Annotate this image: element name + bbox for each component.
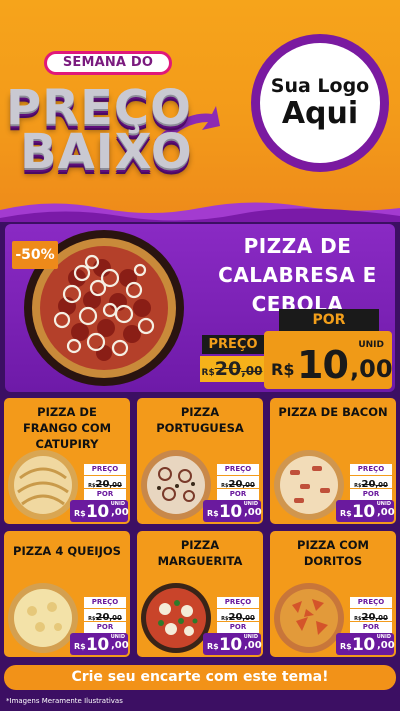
price-value: 10 xyxy=(86,635,109,655)
pizza-frango-icon xyxy=(8,450,78,520)
product-name: PIZZA MARGUERITA xyxy=(157,538,243,568)
pizza-queijos-icon xyxy=(8,583,78,653)
product-por-label: POR xyxy=(217,622,259,633)
price-cents: ,00 xyxy=(111,640,129,651)
logo-inner: Sua Logo Aqui xyxy=(260,43,380,163)
featured-title-line1: PIZZA DE xyxy=(243,234,352,258)
discount-badge: -50% xyxy=(12,241,58,269)
product-por-label: POR xyxy=(350,622,392,633)
product-card[interactable]: PIZZA 4 QUEIJOS PREÇO R$20,00 POR R$ 10,0… xyxy=(4,531,130,657)
price-value: 10 xyxy=(352,635,375,655)
product-new-price: R$ 10,00 UNID xyxy=(336,633,395,655)
old-price-cents: ,00 xyxy=(109,614,122,622)
price-currency: R$ xyxy=(74,642,86,651)
pizza-doritos-icon xyxy=(274,583,344,653)
price-cents: ,00 xyxy=(377,507,395,518)
pizza-marguerita-icon xyxy=(141,583,211,653)
price-value: 10 xyxy=(219,502,242,522)
product-card[interactable]: PIZZA DE FRANGO COM CATUPIRY PREÇO R$20,… xyxy=(4,398,130,524)
product-card[interactable]: PIZZA PORTUGUESA PREÇO R$20,00 POR R$ 10,… xyxy=(137,398,263,524)
price-value: 10 xyxy=(219,635,242,655)
old-price-cents: ,00 xyxy=(242,614,255,622)
price-currency: R$ xyxy=(207,509,219,518)
product-por-label: POR xyxy=(84,489,126,500)
wave-divider xyxy=(0,202,400,222)
old-price-value: 20 xyxy=(214,358,242,380)
price-currency: R$ xyxy=(340,642,352,651)
product-new-price: R$ 10,00 UNID xyxy=(70,500,129,522)
product-old-price: R$20,00 xyxy=(84,609,126,623)
old-price-cents: ,00 xyxy=(109,481,122,489)
price-unit: UNID xyxy=(243,634,258,640)
product-por-label: POR xyxy=(84,622,126,633)
product-preco-label: PREÇO xyxy=(84,464,126,475)
old-price-cents: ,00 xyxy=(242,481,255,489)
price-unit: UNID xyxy=(358,340,384,350)
product-preco-label: PREÇO xyxy=(217,464,259,475)
product-new-price: R$ 10,00 UNID xyxy=(203,500,262,522)
featured-title-line2: CALABRESA E xyxy=(218,263,377,287)
price-currency: R$ xyxy=(340,509,352,518)
product-new-price: R$ 10,00 UNID xyxy=(336,500,395,522)
product-old-price: R$20,00 xyxy=(350,609,392,623)
product-name: PIZZA COM DORITOS xyxy=(297,538,369,568)
price-currency: R$ xyxy=(207,642,219,651)
product-card[interactable]: PIZZA DE BACON PREÇO R$20,00 POR R$ 10,00… xyxy=(270,398,396,524)
product-preco-label: PREÇO xyxy=(350,597,392,608)
logo-text-line2: Aqui xyxy=(281,96,359,131)
price-cents: ,00 xyxy=(244,640,262,651)
logo-placeholder[interactable]: Sua Logo Aqui xyxy=(251,34,389,172)
price-unit: UNID xyxy=(110,501,125,507)
product-new-price: R$ 10,00 UNID xyxy=(70,633,129,655)
campaign-title-line2: BAIXO xyxy=(20,124,193,180)
product-card[interactable]: PIZZA MARGUERITA PREÇO R$20,00 POR R$ 10,… xyxy=(137,531,263,657)
product-name: PIZZA 4 QUEIJOS xyxy=(13,544,121,558)
product-por-label: POR xyxy=(350,489,392,500)
campaign-top-label: SEMANA DO xyxy=(44,51,172,75)
pizza-bacon-icon xyxy=(274,450,344,520)
price-cents: ,00 xyxy=(350,355,393,383)
product-name: PIZZA PORTUGUESA xyxy=(156,405,244,435)
featured-preco-label: PREÇO xyxy=(202,335,264,354)
featured-title: PIZZA DE CALABRESA E CEBOLA xyxy=(210,232,385,319)
product-preco-label: PREÇO xyxy=(84,597,126,608)
product-old-price: R$20,00 xyxy=(84,476,126,490)
old-price-cents: ,00 xyxy=(241,364,263,378)
header-banner: SEMANA DO PREÇO BAIXO Sua Logo Aqui xyxy=(0,0,400,222)
old-price-currency: R$ xyxy=(201,368,215,378)
product-name: PIZZA DE BACON xyxy=(278,405,388,419)
product-card[interactable]: PIZZA COM DORITOS PREÇO R$20,00 POR R$ 10… xyxy=(270,531,396,657)
pizza-portuguesa-icon xyxy=(141,450,211,520)
product-old-price: R$20,00 xyxy=(350,476,392,490)
featured-old-price: R$20,00 xyxy=(200,356,264,382)
price-currency: R$ xyxy=(74,509,86,518)
featured-por-label: POR xyxy=(279,309,379,331)
price-cents: ,00 xyxy=(377,640,395,651)
featured-new-price: UNID R$ 10 ,00 xyxy=(264,331,393,389)
price-unit: UNID xyxy=(376,634,391,640)
price-cents: ,00 xyxy=(244,507,262,518)
product-preco-label: PREÇO xyxy=(350,464,392,475)
product-old-price: R$20,00 xyxy=(217,609,259,623)
price-value: 10 xyxy=(86,502,109,522)
price-unit: UNID xyxy=(110,634,125,640)
product-new-price: R$ 10,00 UNID xyxy=(203,633,262,655)
price-unit: UNID xyxy=(376,501,391,507)
price-unit: UNID xyxy=(243,501,258,507)
disclaimer-footnote: *Imagens Meramente Ilustrativas xyxy=(6,697,123,705)
logo-text-line1: Sua Logo xyxy=(270,75,370,97)
old-price-cents: ,00 xyxy=(375,481,388,489)
old-price-cents: ,00 xyxy=(375,614,388,622)
price-value: 10 xyxy=(297,343,349,387)
create-flyer-button[interactable]: Crie seu encarte com este tema! xyxy=(4,665,396,690)
product-preco-label: PREÇO xyxy=(217,597,259,608)
price-cents: ,00 xyxy=(111,507,129,518)
product-por-label: POR xyxy=(217,489,259,500)
price-value: 10 xyxy=(352,502,375,522)
product-name: PIZZA DE FRANGO COM CATUPIRY xyxy=(22,405,112,451)
product-old-price: R$20,00 xyxy=(217,476,259,490)
price-currency: R$ xyxy=(271,360,295,379)
